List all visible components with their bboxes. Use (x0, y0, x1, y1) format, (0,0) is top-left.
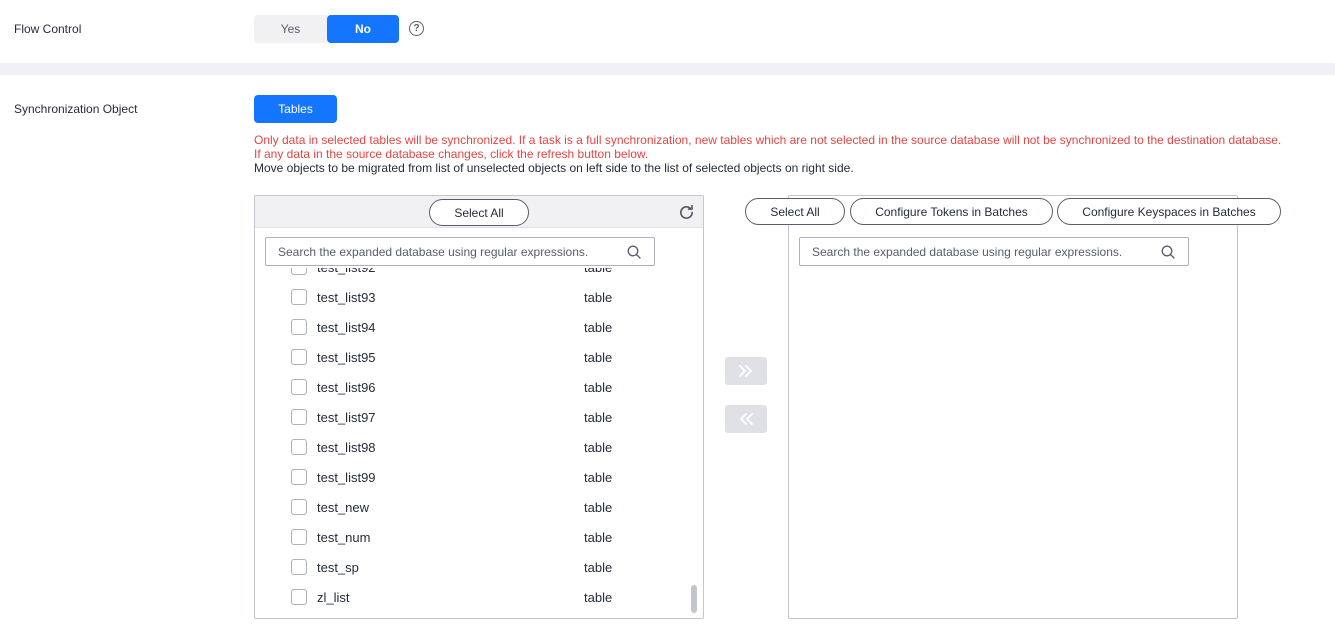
item-name: test_list97 (317, 410, 376, 425)
list-item[interactable]: test_list99 table (255, 462, 695, 492)
configure-tokens-button[interactable]: Configure Tokens in Batches (850, 198, 1053, 225)
item-name: zl_list (317, 590, 350, 605)
checkbox[interactable] (291, 589, 307, 605)
item-type: table (584, 530, 613, 545)
item-name: test_list98 (317, 440, 376, 455)
item-name: test_list93 (317, 290, 376, 305)
unselected-objects-panel: Select All test_list92table test_list93t… (254, 195, 704, 619)
left-select-all-button[interactable]: Select All (429, 199, 529, 226)
checkbox[interactable] (291, 268, 307, 275)
checkbox[interactable] (291, 439, 307, 455)
item-name: test_list92 (317, 268, 376, 275)
move-right-button[interactable] (725, 357, 767, 385)
checkbox[interactable] (291, 319, 307, 335)
list-item[interactable]: test_list95 table (255, 342, 695, 372)
checkbox[interactable] (291, 559, 307, 575)
flow-control-toggle: Yes No (254, 15, 399, 43)
list-scrollbar[interactable] (691, 585, 697, 613)
list-item[interactable]: test_list93 table (255, 282, 695, 312)
flow-control-yes-button[interactable]: Yes (254, 15, 327, 43)
list-item[interactable]: test_num table (255, 522, 695, 552)
item-type: table (584, 440, 613, 455)
item-type: table (584, 380, 613, 395)
list-item[interactable]: test_list96 table (255, 372, 695, 402)
item-name: test_list99 (317, 470, 376, 485)
section-divider (0, 63, 1335, 75)
left-panel-header: Select All (255, 196, 703, 228)
list-item[interactable]: test_list92 table (255, 268, 695, 282)
item-name: test_new (317, 500, 370, 515)
list-item[interactable]: test_new table (255, 492, 695, 522)
checkbox[interactable] (291, 379, 307, 395)
item-type: table (584, 290, 613, 305)
item-type: table (584, 560, 613, 575)
item-type: table (584, 350, 613, 365)
right-search-box (799, 237, 1189, 266)
item-name: test_sp (317, 560, 359, 575)
checkbox[interactable] (291, 289, 307, 305)
warning-text-line2: If any data in the source database chang… (254, 147, 649, 161)
right-select-all-button[interactable]: Select All (745, 198, 845, 225)
search-icon[interactable] (627, 245, 641, 259)
tables-button[interactable]: Tables (254, 95, 337, 123)
list-item[interactable]: test_list98 table (255, 432, 695, 462)
checkbox[interactable] (291, 499, 307, 515)
sync-object-label: Synchronization Object (14, 102, 138, 116)
item-type: table (584, 320, 613, 335)
item-name: test_list96 (317, 380, 376, 395)
checkbox[interactable] (291, 409, 307, 425)
move-left-button[interactable] (725, 405, 767, 433)
refresh-icon[interactable] (678, 204, 695, 221)
left-search-box (265, 237, 655, 266)
item-type: table (584, 500, 613, 515)
double-chevron-left-icon (740, 413, 753, 425)
checkbox[interactable] (291, 529, 307, 545)
list-item[interactable]: zl_list table (255, 582, 695, 612)
double-chevron-right-icon (739, 365, 752, 377)
list-item[interactable]: test_list97 table (255, 402, 695, 432)
right-search-input[interactable] (800, 238, 1150, 265)
item-name: test_list94 (317, 320, 376, 335)
flow-control-no-button[interactable]: No (327, 15, 399, 43)
flow-control-label: Flow Control (14, 22, 82, 36)
item-type: table (584, 268, 612, 275)
selected-objects-panel (788, 195, 1238, 619)
search-icon[interactable] (1161, 245, 1175, 259)
help-icon[interactable]: ? (409, 21, 424, 36)
list-item[interactable]: test_list94 table (255, 312, 695, 342)
left-search-input[interactable] (266, 238, 616, 265)
configure-keyspaces-button[interactable]: Configure Keyspaces in Batches (1057, 198, 1281, 225)
warning-text-line1: Only data in selected tables will be syn… (254, 133, 1282, 147)
item-name: test_list95 (317, 350, 376, 365)
checkbox[interactable] (291, 469, 307, 485)
info-text: Move objects to be migrated from list of… (254, 161, 854, 175)
object-list: test_list92table test_list93table test_l… (255, 268, 703, 618)
checkbox[interactable] (291, 349, 307, 365)
item-type: table (584, 590, 613, 605)
item-name: test_num (317, 530, 371, 545)
item-type: table (584, 410, 613, 425)
item-type: table (584, 470, 613, 485)
list-item[interactable]: test_sp table (255, 552, 695, 582)
